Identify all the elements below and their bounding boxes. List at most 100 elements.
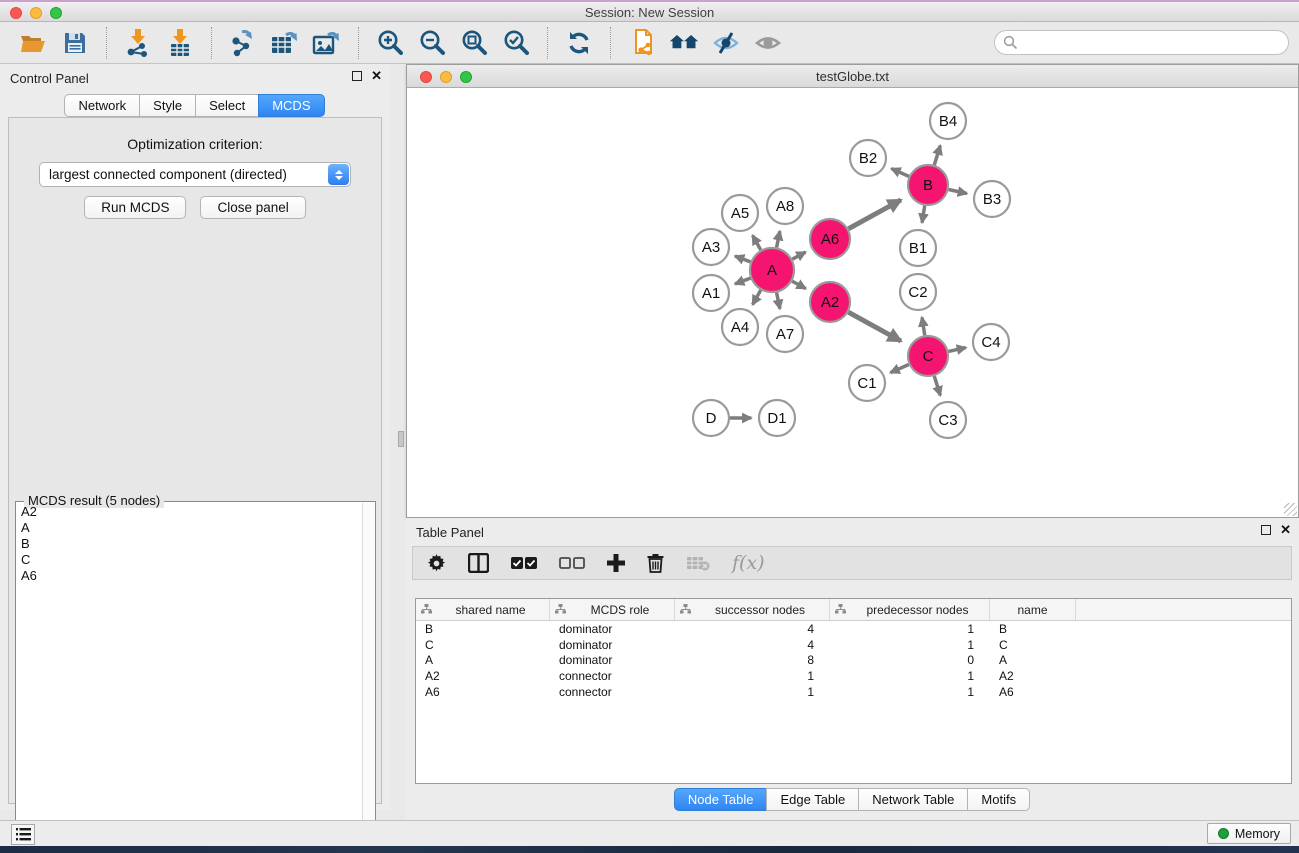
mcds-result-list[interactable]: A2ABCA6 [16, 504, 361, 844]
function-builder-icon[interactable]: f(x) [732, 552, 765, 574]
network-canvas[interactable]: B4B2BB3A8A5A6B1A3AC2A1A2A4A7C4CC1DD1C3 [407, 88, 1298, 517]
table-float-panel-icon[interactable] [1261, 525, 1271, 535]
column-header-MCDS-role[interactable]: MCDS role [550, 599, 675, 620]
table-cell[interactable]: 8 [675, 653, 830, 667]
table-cell[interactable]: connector [550, 685, 675, 699]
select-all-rows-icon[interactable] [511, 556, 537, 570]
table-cell[interactable]: connector [550, 669, 675, 683]
table-cell[interactable]: 1 [675, 685, 830, 699]
zoom-in-icon[interactable] [375, 28, 405, 58]
search-box[interactable] [994, 30, 1289, 55]
delete-column-trash-icon[interactable] [647, 553, 664, 573]
table-row[interactable]: A6connector11A6 [416, 684, 1291, 700]
table-cell[interactable]: 1 [830, 622, 990, 636]
table-cell[interactable]: A6 [416, 685, 550, 699]
network-graph[interactable]: B4B2BB3A8A5A6B1A3AC2A1A2A4A7C4CC1DD1C3 [407, 88, 1298, 517]
node-table[interactable]: shared nameMCDS rolesuccessor nodesprede… [415, 598, 1292, 784]
graph-node-B3[interactable]: B3 [974, 181, 1010, 217]
tab-network-table[interactable]: Network Table [858, 788, 968, 811]
open-file-icon[interactable] [18, 28, 48, 58]
graphics-details-icon[interactable] [711, 28, 741, 58]
table-cell[interactable]: A [990, 653, 1076, 667]
network-window-titlebar[interactable]: testGlobe.txt [407, 65, 1298, 88]
tab-style[interactable]: Style [139, 94, 196, 117]
column-visibility-icon[interactable] [468, 553, 489, 573]
table-cell[interactable]: C [990, 638, 1076, 652]
deselect-all-rows-icon[interactable] [559, 556, 585, 570]
result-item[interactable]: A2 [16, 504, 361, 520]
result-item[interactable]: A [16, 520, 361, 536]
table-cell[interactable]: 4 [675, 638, 830, 652]
tab-select[interactable]: Select [195, 94, 259, 117]
graph-node-B[interactable]: B [908, 165, 948, 205]
table-cell[interactable]: dominator [550, 638, 675, 652]
graph-node-B1[interactable]: B1 [900, 230, 936, 266]
table-cell[interactable]: 0 [830, 653, 990, 667]
tab-network[interactable]: Network [64, 94, 140, 117]
graph-node-A1[interactable]: A1 [693, 275, 729, 311]
graph-node-A5[interactable]: A5 [722, 195, 758, 231]
graph-node-B2[interactable]: B2 [850, 140, 886, 176]
zoom-selected-icon[interactable] [501, 28, 531, 58]
table-cell[interactable]: 4 [675, 622, 830, 636]
result-item[interactable]: A6 [16, 568, 361, 584]
tab-node-table[interactable]: Node Table [674, 788, 768, 811]
graph-node-A6[interactable]: A6 [810, 219, 850, 259]
graph-node-A4[interactable]: A4 [722, 309, 758, 345]
table-cell[interactable]: B [990, 622, 1076, 636]
table-cell[interactable]: 1 [830, 669, 990, 683]
table-row[interactable]: A2connector11A2 [416, 668, 1291, 684]
result-scrollbar[interactable] [362, 503, 375, 844]
column-header-name[interactable]: name [990, 599, 1076, 620]
graph-node-C4[interactable]: C4 [973, 324, 1009, 360]
graph-node-C[interactable]: C [908, 336, 948, 376]
export-network-icon[interactable] [228, 28, 258, 58]
graph-node-D1[interactable]: D1 [759, 400, 795, 436]
column-header-shared-name[interactable]: shared name [416, 599, 550, 620]
criterion-select[interactable]: largest connected component (directed) [39, 162, 351, 187]
delete-table-icon[interactable] [686, 555, 710, 571]
task-history-button[interactable] [11, 824, 35, 845]
graph-node-A3[interactable]: A3 [693, 229, 729, 265]
export-table-icon[interactable] [270, 28, 300, 58]
float-panel-icon[interactable] [352, 71, 362, 81]
graph-node-D[interactable]: D [693, 400, 729, 436]
table-cell[interactable]: B [416, 622, 550, 636]
graph-node-C2[interactable]: C2 [900, 274, 936, 310]
table-close-panel-icon[interactable]: ✕ [1280, 525, 1291, 535]
table-cell[interactable]: 1 [830, 638, 990, 652]
save-session-icon[interactable] [60, 28, 90, 58]
run-mcds-button[interactable]: Run MCDS [84, 196, 186, 219]
column-header-predecessor-nodes[interactable]: predecessor nodes [830, 599, 990, 620]
table-cell[interactable]: C [416, 638, 550, 652]
network-vertical-scrollbar[interactable] [398, 431, 404, 447]
table-cell[interactable]: dominator [550, 653, 675, 667]
table-cell[interactable]: 1 [675, 669, 830, 683]
result-item[interactable]: B [16, 536, 361, 552]
tab-motifs[interactable]: Motifs [967, 788, 1030, 811]
table-settings-gear-icon[interactable] [427, 554, 446, 573]
table-cell[interactable]: A2 [990, 669, 1076, 683]
tab-mcds[interactable]: MCDS [258, 94, 324, 117]
close-panel-button[interactable]: Close panel [200, 196, 305, 219]
table-cell[interactable]: dominator [550, 622, 675, 636]
graph-node-A[interactable]: A [750, 248, 794, 292]
create-column-icon[interactable] [607, 554, 625, 572]
graph-node-B4[interactable]: B4 [930, 103, 966, 139]
table-row[interactable]: Adominator80A [416, 653, 1291, 669]
table-cell[interactable]: A6 [990, 685, 1076, 699]
zoom-out-icon[interactable] [417, 28, 447, 58]
tab-edge-table[interactable]: Edge Table [766, 788, 859, 811]
result-item[interactable]: C [16, 552, 361, 568]
table-cell[interactable]: 1 [830, 685, 990, 699]
table-row[interactable]: Cdominator41C [416, 637, 1291, 653]
graph-node-A7[interactable]: A7 [767, 316, 803, 352]
search-input[interactable] [1018, 35, 1268, 50]
refresh-layout-icon[interactable] [564, 28, 594, 58]
export-image-icon[interactable] [312, 28, 342, 58]
graph-node-A8[interactable]: A8 [767, 188, 803, 224]
show-eye-icon[interactable] [753, 28, 783, 58]
column-header-successor-nodes[interactable]: successor nodes [675, 599, 830, 620]
resize-grip[interactable] [1284, 503, 1297, 516]
close-panel-icon[interactable]: ✕ [371, 71, 382, 81]
